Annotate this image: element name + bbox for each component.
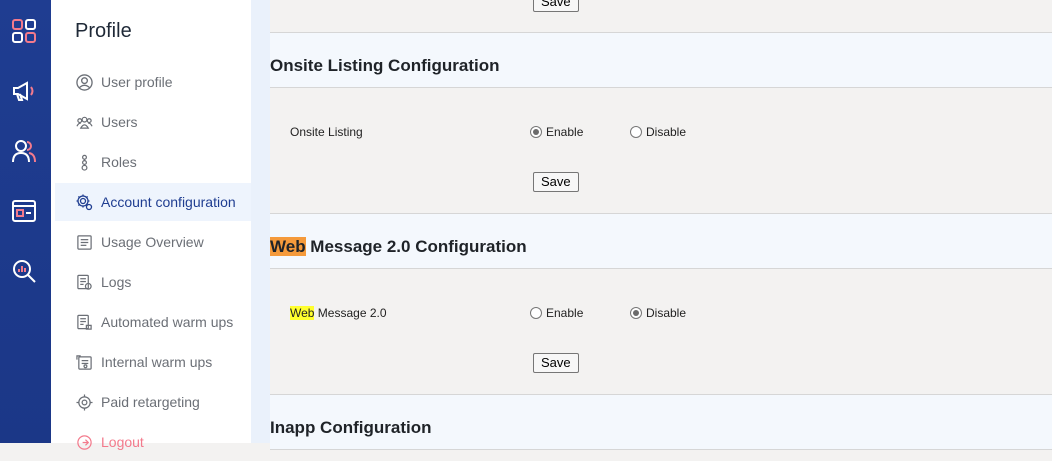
profile-sidebar: Profile User profile Users Roles Account… (51, 0, 251, 450)
sidebar-item-users[interactable]: Users (55, 103, 251, 141)
sidebar-item-logout[interactable]: Logout (55, 423, 251, 461)
section-header-inapp: Inapp Configuration (270, 394, 1052, 450)
sidebar-item-roles[interactable]: Roles (55, 143, 251, 181)
sidebar-item-automated-warm-ups[interactable]: Automated warm ups (55, 303, 251, 341)
radio-selected-indicator (530, 126, 542, 138)
sidebar-item-label: Automated warm ups (101, 314, 234, 330)
sidebar-item-account-configuration[interactable]: Account configuration (55, 183, 251, 221)
section-title: Web Message 2.0 Configuration (270, 237, 527, 256)
user-circle-icon (75, 73, 93, 91)
internal-icon (75, 353, 93, 371)
sidebar-item-usage-overview[interactable]: Usage Overview (55, 223, 251, 261)
radio-indicator (530, 307, 542, 319)
sidebar-item-label: Logout (101, 434, 144, 450)
sidebar-item-label: Usage Overview (101, 234, 204, 250)
sidebar-item-logs[interactable]: Logs (55, 263, 251, 301)
target-icon (75, 393, 93, 411)
section-body-onsite-listing: Onsite Listing Enable Disable Save (270, 88, 1052, 213)
roles-icon (75, 153, 93, 171)
sidebar-title: Profile (75, 20, 132, 42)
sidebar-item-label: Paid retargeting (101, 394, 200, 410)
sidebar-item-label: Roles (101, 154, 137, 170)
users-icon[interactable] (10, 137, 38, 165)
logs-icon (75, 273, 93, 291)
section-header-onsite-listing: Onsite Listing Configuration (270, 32, 1052, 88)
section-title: Onsite Listing Configuration (270, 56, 500, 75)
radio-label: Enable (546, 306, 584, 320)
radio-selected-indicator (630, 307, 642, 319)
previous-section-body: Save (270, 0, 1052, 33)
sidebar-item-label: User profile (101, 74, 173, 90)
logout-icon (75, 433, 93, 451)
radio-label: Disable (646, 306, 687, 320)
sidebar-item-label: Logs (101, 274, 132, 290)
web-message-save-button[interactable]: Save (533, 353, 579, 373)
sidebar-item-user-profile[interactable]: User profile (55, 63, 251, 101)
content-gutter (251, 0, 270, 443)
web-message-label: Web Message 2.0 (290, 306, 387, 320)
web-message-disable-radio[interactable]: Disable (630, 306, 686, 320)
megaphone-icon[interactable] (10, 77, 38, 105)
radio-label: Disable (646, 125, 687, 139)
section-title: Inapp Configuration (270, 418, 432, 437)
analytics-search-icon[interactable] (10, 257, 38, 285)
app-rail (0, 0, 51, 443)
document-icon (75, 233, 93, 251)
onsite-listing-enable-radio[interactable]: Enable (530, 125, 583, 139)
web-message-enable-radio[interactable]: Enable (530, 306, 583, 320)
sidebar-item-internal-warm-ups[interactable]: Internal warm ups (55, 343, 251, 381)
browser-window-icon[interactable] (10, 197, 38, 225)
save-button[interactable]: Save (533, 0, 579, 12)
sidebar-item-paid-retargeting[interactable]: Paid retargeting (55, 383, 251, 421)
radio-label: Enable (546, 125, 584, 139)
gear-icon (75, 193, 93, 211)
onsite-listing-save-button[interactable]: Save (533, 172, 579, 192)
sidebar-item-label: Account configuration (101, 194, 236, 210)
search-highlight: Web (290, 306, 315, 320)
section-header-web-message: Web Message 2.0 Configuration (270, 213, 1052, 269)
users-group-icon (75, 113, 93, 131)
search-highlight: Web (270, 237, 306, 256)
sidebar-item-label: Internal warm ups (101, 354, 213, 370)
onsite-listing-disable-radio[interactable]: Disable (630, 125, 686, 139)
configuration-panel: Save Onsite Listing Configuration Onsite… (270, 0, 1052, 450)
sidebar-item-label: Users (101, 114, 138, 130)
section-body-web-message: Web Message 2.0 Enable Disable Save (270, 269, 1052, 394)
radio-indicator (630, 126, 642, 138)
automated-icon (75, 313, 93, 331)
dashboard-icon[interactable] (10, 17, 38, 45)
onsite-listing-label: Onsite Listing (290, 125, 363, 139)
